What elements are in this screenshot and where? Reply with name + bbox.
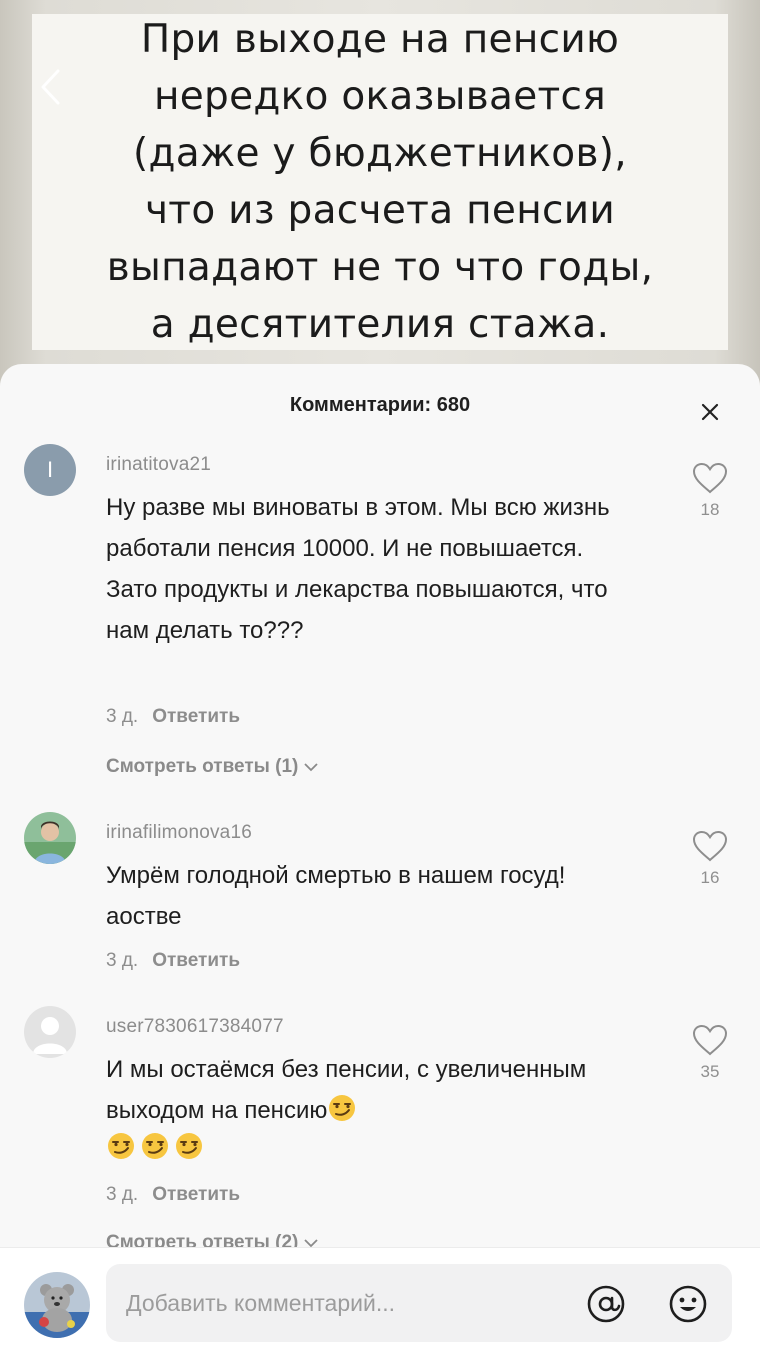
video-background: При выходе на пенсию нередко оказывается…	[0, 0, 760, 400]
caption-line: При выходе на пенсию	[140, 17, 620, 62]
caption-line: а десятителия стажа.	[150, 302, 610, 347]
comment-meta: 3 д. Ответить	[106, 706, 240, 728]
comment-text: И мы остаёмся без пенсии, с увеличенным …	[106, 1049, 646, 1161]
video-caption: При выходе на пенсию нередко оказывается…	[32, 14, 728, 350]
caption-line: нередко оказывается	[153, 74, 607, 119]
comment-username[interactable]: irinafilimonova16	[106, 822, 252, 844]
reply-button[interactable]: Ответить	[152, 1184, 240, 1205]
chevron-left-icon	[41, 69, 60, 105]
avatar[interactable]	[24, 812, 76, 864]
comment-time: 3 д.	[106, 1184, 139, 1205]
smirking-face-emoji	[329, 1095, 356, 1121]
comments-count-title: Комментарии: 680	[289, 394, 471, 416]
comment-input-bar: Добавить комментарий...	[0, 1247, 760, 1354]
reply-button[interactable]: Ответить	[152, 950, 240, 971]
smirking-face-emoji	[108, 1133, 134, 1159]
avatar[interactable]: I	[24, 444, 76, 496]
comment-username[interactable]: irinatitova21	[106, 454, 211, 476]
like-button[interactable]: 18	[680, 462, 740, 520]
reply-button[interactable]: Ответить	[152, 706, 240, 727]
heart-outline-icon	[692, 1024, 728, 1056]
comment-text: Умрём голодной смертью в нашем госуд! ао…	[106, 862, 566, 930]
comment-meta: 3 д. Ответить	[106, 1184, 240, 1206]
comment-time: 3 д.	[106, 706, 139, 727]
comment-time: 3 д.	[106, 950, 139, 971]
view-replies-button[interactable]: Смотреть ответы (1)	[106, 756, 319, 778]
smirking-face-emoji	[142, 1133, 168, 1159]
comment-username[interactable]: user7830617384077	[106, 1016, 284, 1038]
current-user-avatar[interactable]	[24, 1272, 90, 1338]
back-button[interactable]	[30, 62, 70, 112]
caption-line: (даже у бюджетников),	[133, 131, 627, 176]
comment-item: irinafilimonova16 Умрём голодной смертью…	[0, 812, 760, 992]
caption-line: что из расчета пенсии	[144, 188, 616, 233]
comment-meta: 3 д. Ответить	[106, 950, 240, 972]
comments-sheet: Комментарии: 680 I irinatitova21 Ну разв…	[0, 364, 760, 1353]
like-count: 16	[700, 868, 720, 887]
emoji-button[interactable]	[668, 1284, 708, 1324]
smirking-face-emoji	[176, 1133, 202, 1159]
like-count: 35	[700, 1062, 720, 1081]
like-count: 18	[700, 500, 720, 519]
chevron-down-icon	[304, 763, 319, 772]
comment-item: I irinatitova21 Ну разве мы виноваты в э…	[0, 444, 760, 804]
like-button[interactable]: 16	[680, 830, 740, 888]
emoji-row	[106, 1131, 646, 1161]
teddy-bear-avatar	[24, 1272, 90, 1338]
heart-outline-icon	[692, 830, 728, 862]
heart-outline-icon	[692, 462, 728, 494]
default-avatar-icon	[24, 1006, 76, 1058]
at-sign-icon	[587, 1285, 625, 1323]
sheet-header: Комментарии: 680	[0, 364, 760, 444]
avatar[interactable]	[24, 1006, 76, 1058]
user-photo	[24, 812, 76, 864]
view-replies-label: Смотреть ответы (1)	[106, 756, 299, 777]
comment-input[interactable]: Добавить комментарий...	[106, 1264, 732, 1342]
comment-item: user7830617384077 И мы остаёмся без пенс…	[0, 1006, 760, 1256]
close-button[interactable]	[690, 392, 730, 432]
like-button[interactable]: 35	[680, 1024, 740, 1082]
smiley-icon	[669, 1285, 707, 1323]
comment-input-placeholder: Добавить комментарий...	[126, 1290, 395, 1316]
comment-text: Ну разве мы виноваты в этом. Мы всю жизн…	[106, 494, 610, 644]
mention-button[interactable]	[586, 1284, 626, 1324]
caption-line: выпадают не то что годы,	[106, 245, 654, 290]
close-icon	[701, 403, 719, 421]
